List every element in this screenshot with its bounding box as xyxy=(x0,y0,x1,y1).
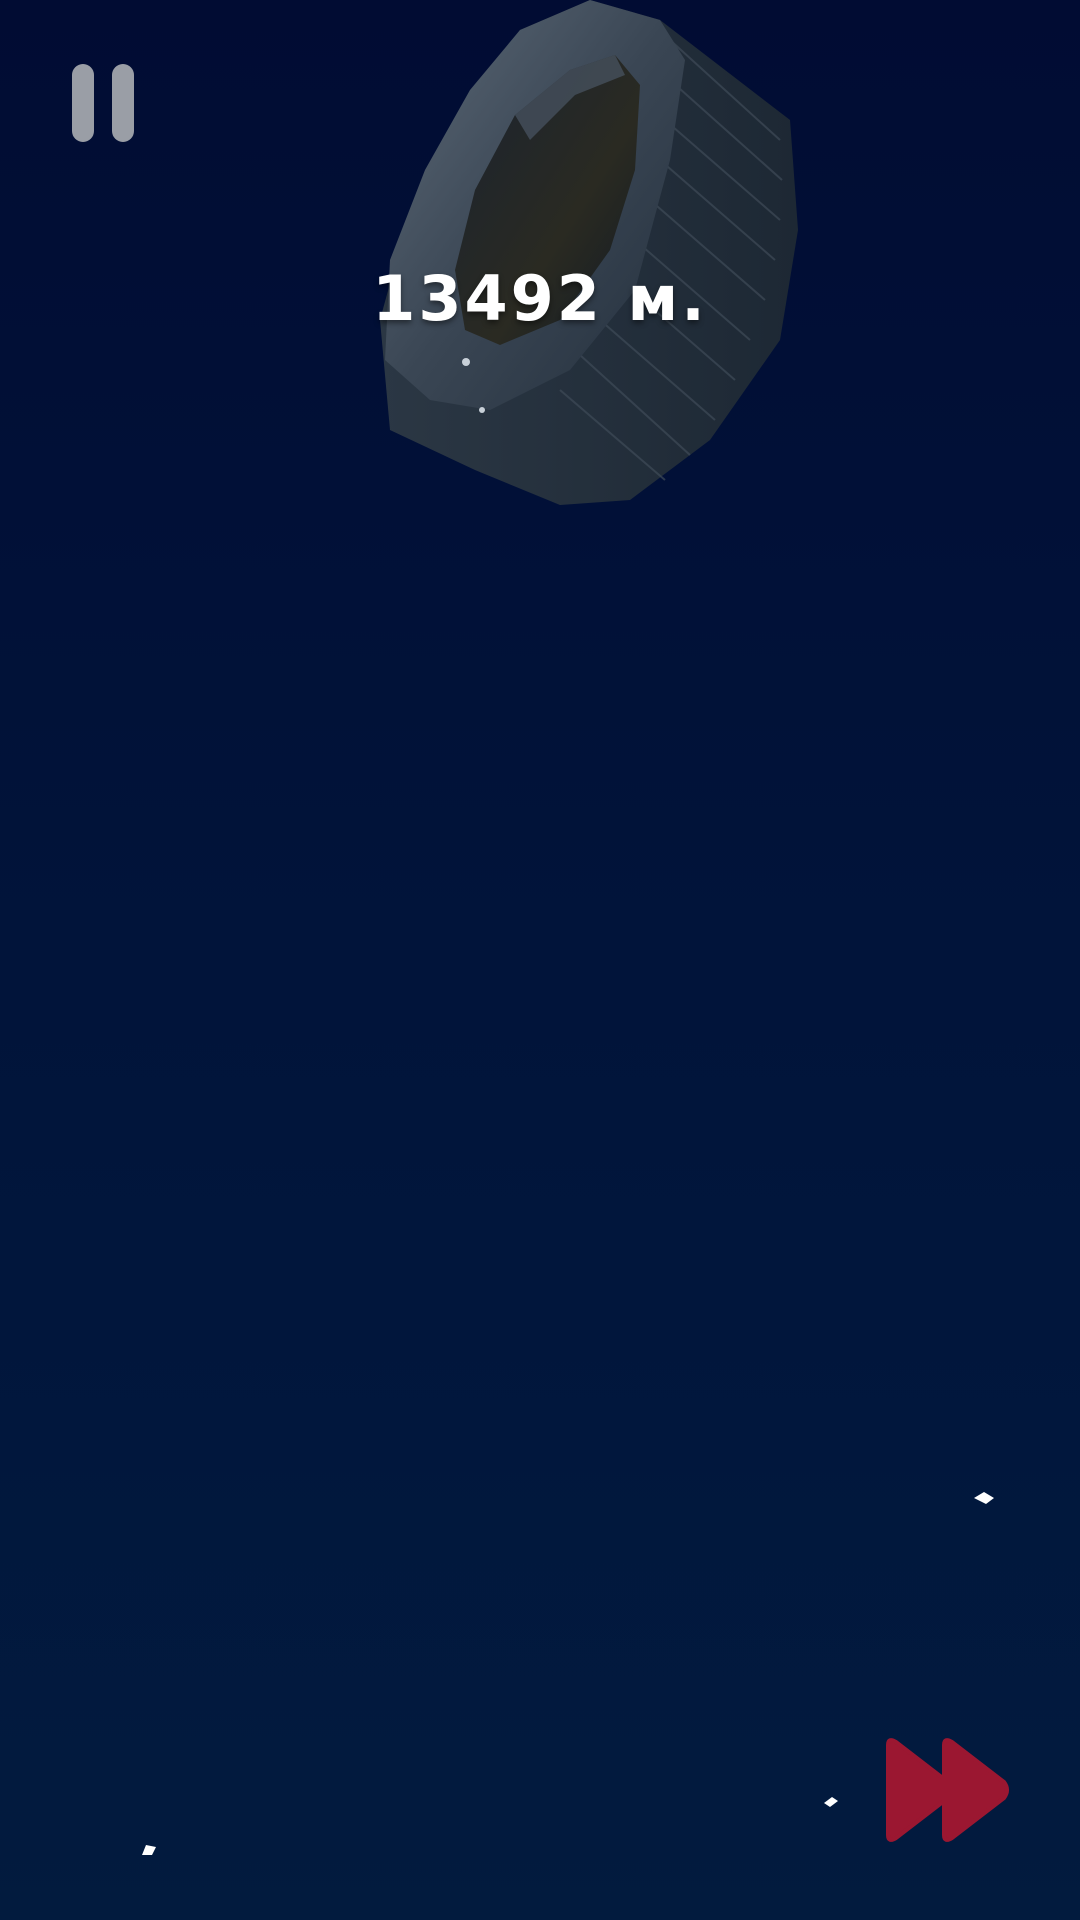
pause-button[interactable] xyxy=(64,58,144,148)
fast-forward-button[interactable] xyxy=(880,1735,1020,1845)
debris-particle xyxy=(142,1845,156,1855)
pause-icon-right-bar xyxy=(112,64,134,142)
pause-icon-left-bar xyxy=(72,64,94,142)
debris-particle xyxy=(974,1492,994,1504)
tire-object xyxy=(380,0,798,505)
fast-forward-icon xyxy=(886,1738,1009,1842)
distance-counter: 13492 м. xyxy=(372,262,708,335)
debris-particle xyxy=(824,1797,838,1807)
game-scene[interactable]: 13492 м. xyxy=(0,0,1080,1920)
